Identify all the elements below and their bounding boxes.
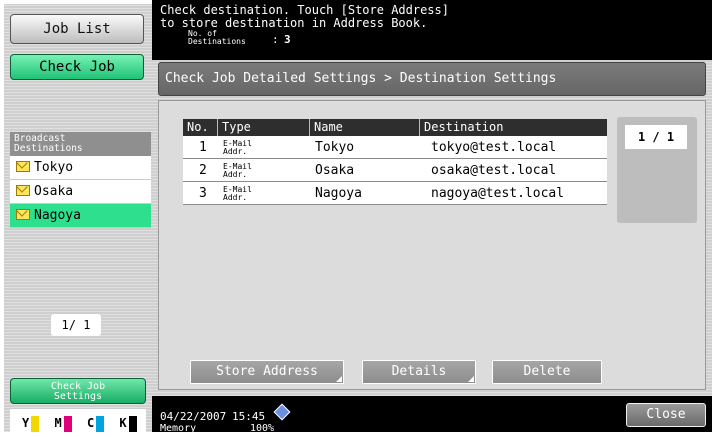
toner-yellow: Y	[22, 409, 40, 437]
cell-name: Nagoya	[315, 186, 362, 201]
corner-mark-icon	[336, 376, 342, 382]
header-destination: Destination	[419, 119, 607, 136]
status-time: 15:45	[232, 410, 266, 423]
details-label: Details	[391, 364, 447, 379]
main-panel: Check Job Detailed Settings > Destinatio…	[152, 60, 712, 396]
table-row[interactable]: 1 E-Mail Addr. Tokyo tokyo@test.local	[183, 136, 607, 159]
memory-value: 100%	[250, 423, 275, 434]
broadcast-destinations-header: Broadcast Destinations	[10, 132, 151, 156]
header-no: No.	[187, 120, 209, 134]
broadcast-item-label: Osaka	[34, 184, 74, 199]
toner-label: K	[119, 416, 127, 430]
cell-no: 1	[199, 140, 207, 155]
broadcast-item-nagoya[interactable]: Nagoya	[10, 204, 151, 228]
toner-label: Y	[22, 416, 30, 430]
status-date: 04/22/2007	[160, 410, 227, 423]
header-name: Name	[309, 119, 419, 136]
cell-type-line2: Addr.	[223, 170, 248, 179]
broadcast-item-osaka[interactable]: Osaka	[10, 180, 151, 204]
delete-label: Delete	[523, 364, 571, 379]
store-address-button[interactable]: Store Address	[190, 360, 344, 384]
corner-mark-icon	[468, 376, 474, 382]
delete-button[interactable]: Delete	[492, 360, 602, 384]
toner-bar	[31, 415, 40, 432]
details-button[interactable]: Details	[362, 360, 476, 384]
close-button[interactable]: Close	[626, 403, 706, 427]
check-job-button[interactable]: Check Job	[10, 54, 144, 80]
toner-magenta: M	[54, 409, 72, 437]
network-status-icon	[273, 403, 291, 421]
destination-count-value: 3	[284, 33, 291, 46]
toner-bar	[96, 415, 105, 432]
table-page-counter: 1 / 1	[625, 125, 687, 149]
breadcrumb: Check Job Detailed Settings > Destinatio…	[158, 62, 706, 96]
table-row[interactable]: 2 E-Mail Addr. Osaka osaka@test.local	[183, 159, 607, 182]
job-list-button[interactable]: Job List	[10, 14, 144, 44]
cell-destination: tokyo@test.local	[431, 140, 557, 155]
table-header: No. Type Name Destination	[183, 119, 607, 136]
toner-bar	[128, 415, 137, 432]
check-job-settings-button[interactable]: Check Job Settings	[10, 378, 146, 404]
toner-label: M	[54, 416, 62, 430]
broadcast-item-label: Tokyo	[34, 160, 74, 175]
toner-label: C	[86, 416, 95, 430]
page-counter: 1/ 1	[51, 314, 101, 336]
check-job-settings-line2: Settings	[53, 391, 103, 402]
toner-bar	[63, 415, 72, 432]
cell-destination: nagoya@test.local	[431, 186, 565, 201]
cell-no: 2	[199, 163, 207, 178]
broadcast-header-line2: Destinations	[14, 143, 83, 154]
broadcast-item-label: Nagoya	[34, 208, 81, 223]
cell-no: 3	[199, 186, 207, 201]
destination-table: No. Type Name Destination 1 E-Mail Addr. …	[183, 119, 607, 205]
message-line2: to store destination in Address Book.	[160, 16, 428, 30]
left-panel: Job List Check Job Broadcast Destination…	[4, 4, 152, 436]
header-type: Type	[217, 119, 309, 136]
broadcast-item-tokyo[interactable]: Tokyo	[10, 156, 151, 180]
destination-settings-panel: No. Type Name Destination 1 E-Mail Addr. …	[158, 100, 706, 390]
envelope-icon	[16, 161, 30, 172]
message-bar: Check destination. Touch [Store Address]…	[152, 0, 712, 60]
cell-type-line2: Addr.	[223, 147, 248, 156]
destination-count-label: No. of Destinations	[188, 30, 246, 46]
cell-name: Tokyo	[315, 140, 355, 155]
toner-black: K	[119, 409, 137, 437]
table-row[interactable]: 3 E-Mail Addr. Nagoya nagoya@test.local	[183, 182, 607, 205]
destination-count-label-line2: Destinations	[188, 37, 246, 46]
status-bar: 04/22/2007 15:45 Memory 100% Close	[152, 396, 712, 434]
cell-type-line2: Addr.	[223, 193, 248, 202]
cell-name: Osaka	[315, 163, 355, 178]
cell-destination: osaka@test.local	[431, 163, 557, 178]
store-address-label: Store Address	[216, 364, 318, 379]
memory-label: Memory	[160, 423, 197, 434]
toner-cyan: C	[86, 409, 105, 437]
destination-count-colon: :	[272, 33, 279, 46]
table-page-panel: 1 / 1	[617, 117, 697, 223]
cell-type: E-Mail Addr.	[223, 186, 252, 208]
envelope-icon	[16, 185, 30, 196]
envelope-icon	[16, 209, 30, 220]
